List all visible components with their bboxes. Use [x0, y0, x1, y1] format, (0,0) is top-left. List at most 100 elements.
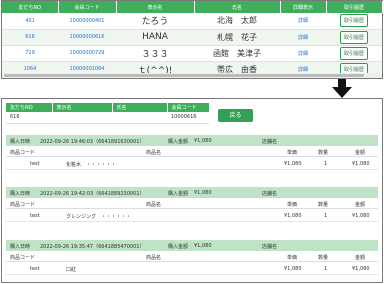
- member-display-name: [52, 112, 112, 124]
- history-button[interactable]: 取引履歴: [339, 46, 368, 60]
- history-button[interactable]: 取引履歴: [339, 30, 368, 44]
- arrow-down-icon: [332, 79, 352, 98]
- item-name: クレンジング ・・・・・・: [66, 214, 132, 220]
- display-name: ３３３: [116, 45, 194, 62]
- col-item-code: 商品コード: [10, 255, 36, 261]
- member-name: [112, 112, 167, 124]
- purchase-date: 2022-09-26 19:46:03（6641891630001）: [40, 139, 145, 145]
- purchase-amount: ¥1,080: [194, 190, 212, 196]
- member-col-name: 氏名: [112, 103, 168, 112]
- detail-link[interactable]: 詳細: [280, 29, 326, 46]
- purchase-record: 購入日時 2022-09-26 19:35:47（6641885470001） …: [6, 240, 378, 275]
- item-name: 口紅: [66, 267, 77, 273]
- item-code: test: [30, 266, 40, 272]
- display-name: HANA: [116, 29, 194, 46]
- col-quantity: 数量: [318, 255, 329, 261]
- item-total: ¥1,080: [352, 266, 370, 272]
- col-total: 金額: [355, 202, 366, 208]
- member-code[interactable]: 10000000616: [58, 29, 116, 46]
- friend-no[interactable]: 616: [2, 29, 58, 46]
- purchase-item-row: test 口紅 ¥1,080 1 ¥1,080: [6, 262, 378, 275]
- table-row: 729 10000000729 ３３３ 函館 美津子 詳細 取引履歴: [2, 45, 382, 62]
- purchase-columns: 商品コード 商品名 単価 数量 金額: [6, 146, 378, 157]
- purchase-date: 2022-09-26 19:35:47（6641885470001）: [40, 244, 145, 250]
- col-name[interactable]: 氏名: [194, 1, 281, 13]
- history-button[interactable]: 取引履歴: [339, 14, 368, 28]
- purchase-date-label: 購入日時: [10, 191, 31, 197]
- item-qty: 1: [324, 266, 328, 272]
- member-list-table: 友だちNO 会員コード 表示名 氏名 詳細表示 取引履歴 401 1000000…: [2, 1, 383, 78]
- col-unit-price: 単価: [287, 255, 298, 261]
- member-col-display-name: 表示名: [52, 103, 113, 112]
- purchase-record: 購入日時 2022-09-26 19:46:03（6641891630001） …: [6, 135, 378, 170]
- full-name: 北海 太郎: [194, 13, 280, 30]
- purchase-amount: ¥1,080: [194, 138, 212, 144]
- member-col-friend-no: 友だちNO: [6, 103, 53, 112]
- full-name: 札幌 花子: [194, 29, 280, 46]
- member-code[interactable]: 10000000401: [58, 13, 116, 30]
- purchase-amount: ¥1,080: [194, 243, 212, 249]
- col-total: 金額: [355, 255, 366, 261]
- purchase-header: 購入日時 2022-09-26 19:46:03（6641891630001） …: [6, 135, 378, 146]
- purchase-header: 購入日時 2022-09-26 19:35:47（6641885470001） …: [6, 240, 378, 251]
- purchase-columns: 商品コード 商品名 単価 数量 金額: [6, 251, 378, 262]
- item-total: ¥1,080: [352, 213, 370, 219]
- col-item-name: 商品名: [146, 255, 162, 261]
- col-display-name[interactable]: 表示名: [116, 1, 195, 13]
- item-qty: 1: [324, 161, 328, 167]
- table-row: 616 10000000616 HANA 札幌 花子 詳細 取引履歴: [2, 29, 382, 46]
- col-total: 金額: [355, 150, 366, 156]
- col-friend-no[interactable]: 友だちNO: [2, 1, 59, 13]
- display-name: たろう: [116, 13, 194, 30]
- full-name: 函館 美津子: [194, 45, 280, 62]
- table-row: 401 10000000401 たろう 北海 太郎 詳細 取引履歴: [2, 13, 382, 30]
- member-col-code: 会員コード: [167, 103, 210, 112]
- horizontal-scrollbar[interactable]: [2, 73, 382, 78]
- item-name: 化粧水 ・・・・・・: [66, 162, 117, 168]
- purchase-amount-label: 購入金額: [168, 244, 189, 250]
- col-unit-price: 単価: [287, 150, 298, 156]
- col-item-name: 商品名: [146, 202, 162, 208]
- purchase-date-label: 購入日時: [10, 244, 31, 250]
- col-quantity: 数量: [318, 150, 329, 156]
- member-row: 616 10000616: [6, 112, 209, 124]
- back-button[interactable]: 戻る: [218, 109, 253, 122]
- purchase-header: 購入日時 2022-09-26 19:42:03（6641889230001） …: [6, 187, 378, 198]
- friend-no[interactable]: 401: [2, 13, 58, 30]
- detail-link[interactable]: 詳細: [280, 13, 326, 30]
- purchase-date-label: 購入日時: [10, 139, 31, 145]
- friend-no[interactable]: 729: [2, 45, 58, 62]
- item-code: test: [30, 161, 40, 167]
- col-unit-price: 単価: [287, 202, 298, 208]
- member-info-table: 友だちNO 表示名 氏名 会員コード 616 10000616: [6, 103, 210, 124]
- item-price: ¥1,080: [284, 266, 302, 272]
- item-total: ¥1,080: [352, 161, 370, 167]
- purchase-date: 2022-09-26 19:42:03（6641889230001）: [40, 191, 145, 197]
- col-item-code: 商品コード: [10, 202, 36, 208]
- purchase-history-panel: 友だちNO 表示名 氏名 会員コード 616 10000616 戻る 購入日時 …: [1, 98, 383, 283]
- scrollbar-thumb[interactable]: [4, 74, 364, 77]
- item-code: test: [30, 213, 40, 219]
- member-code[interactable]: 10000000729: [58, 45, 116, 62]
- col-detail: 詳細表示: [280, 1, 327, 13]
- col-item-code: 商品コード: [10, 150, 36, 156]
- member-list-panel: 友だちNO 会員コード 表示名 氏名 詳細表示 取引履歴 401 1000000…: [1, 0, 383, 79]
- item-price: ¥1,080: [284, 161, 302, 167]
- purchase-item-row: test クレンジング ・・・・・・ ¥1,080 1 ¥1,080: [6, 209, 378, 222]
- col-member-code[interactable]: 会員コード: [58, 1, 117, 13]
- member-list-header: 友だちNO 会員コード 表示名 氏名 詳細表示 取引履歴: [2, 1, 383, 13]
- purchase-item-row: test 化粧水 ・・・・・・ ¥1,080 1 ¥1,080: [6, 157, 378, 170]
- purchase-amount-label: 購入金額: [168, 139, 189, 145]
- purchase-amount-label: 購入金額: [168, 191, 189, 197]
- member-code: 10000616: [167, 112, 209, 124]
- col-item-name: 商品名: [146, 150, 162, 156]
- item-qty: 1: [324, 213, 328, 219]
- store-name-label: 店舗名: [262, 191, 278, 197]
- store-name-label: 店舗名: [262, 244, 278, 250]
- store-name-label: 店舗名: [262, 139, 278, 145]
- detail-link[interactable]: 詳細: [280, 45, 326, 62]
- col-quantity: 数量: [318, 202, 329, 208]
- member-friend-no: 616: [6, 112, 52, 124]
- purchase-record: 購入日時 2022-09-26 19:42:03（6641889230001） …: [6, 187, 378, 222]
- col-history: 取引履歴: [326, 1, 383, 13]
